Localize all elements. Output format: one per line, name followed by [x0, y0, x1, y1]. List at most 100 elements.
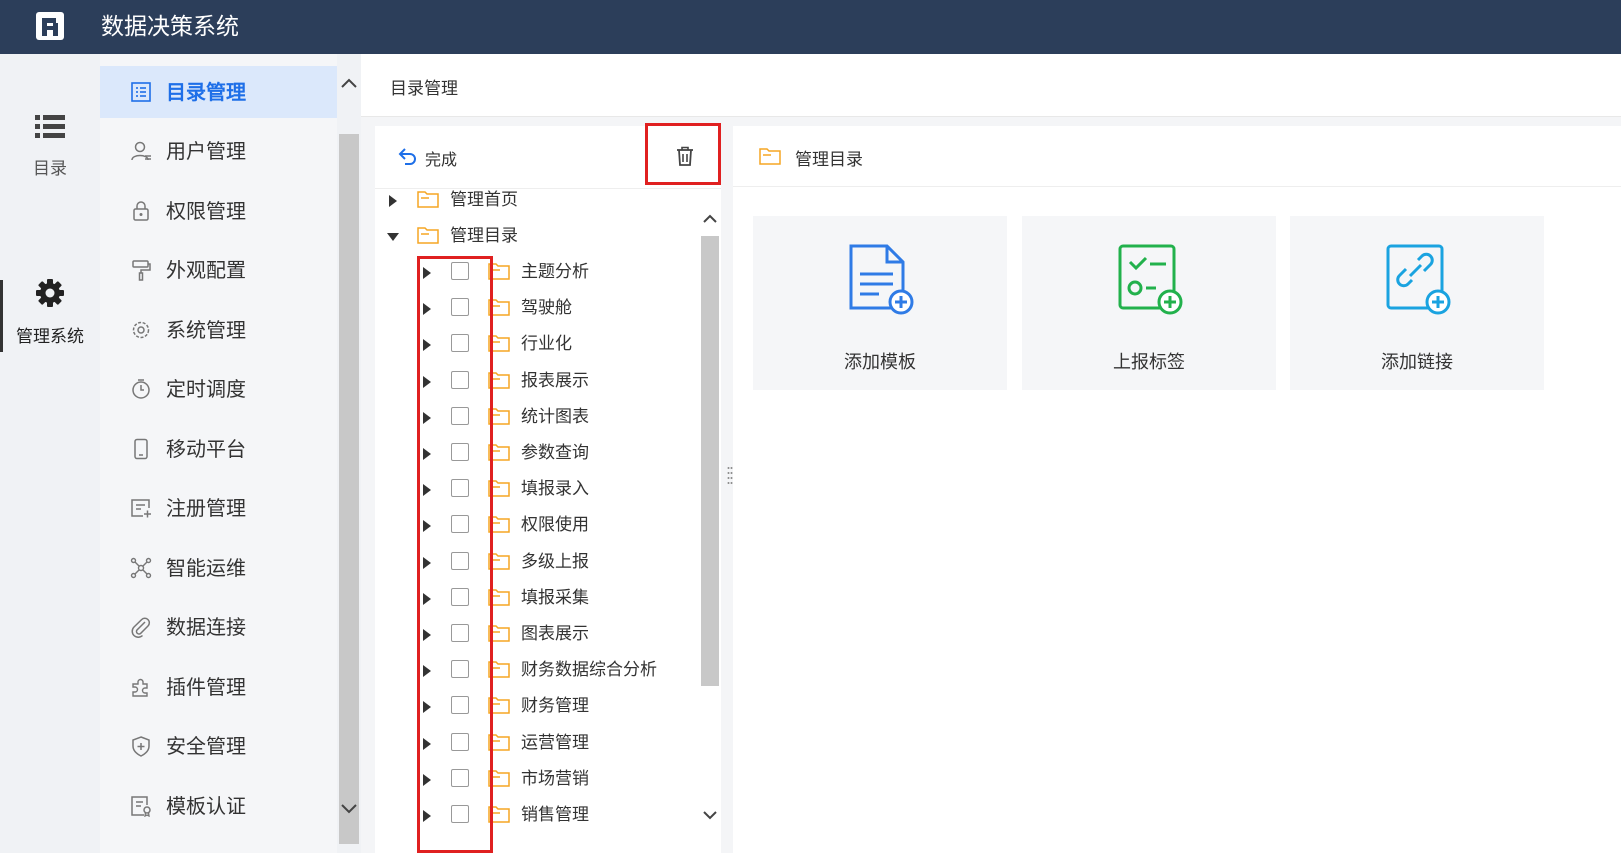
chevron-up-icon[interactable] — [701, 210, 719, 228]
caret-right-icon[interactable] — [387, 195, 399, 207]
tree-node-checkbox[interactable] — [451, 515, 469, 534]
tree-node-checkbox[interactable] — [451, 805, 469, 823]
menu-item-label: 移动平台 — [166, 437, 246, 461]
tree-node-checkbox[interactable] — [451, 406, 469, 425]
tree-node[interactable]: 多级上报 — [375, 548, 695, 578]
tree-toolbar: 完成 — [375, 123, 721, 189]
tree-node-label: 运营管理 — [521, 732, 589, 753]
tree-node[interactable]: 运营管理 — [375, 729, 695, 759]
caret-right-icon[interactable] — [421, 375, 433, 388]
tree-node[interactable]: 销售管理 — [375, 801, 695, 831]
content-header: 管理目录 — [733, 126, 1621, 187]
caret-right-icon[interactable] — [421, 411, 433, 424]
tree-node[interactable]: 填报采集 — [375, 584, 695, 614]
caret-right-icon[interactable] — [421, 556, 433, 569]
rail-catalog-label: 目录 — [33, 159, 67, 179]
menu-item-users[interactable]: 用户管理 — [100, 125, 337, 177]
list-icon — [131, 82, 151, 102]
menu-item-data-connection[interactable]: 数据连接 — [100, 601, 337, 653]
caret-right-icon[interactable] — [421, 267, 433, 279]
tree-node[interactable]: 财务数据综合分析 — [375, 656, 695, 686]
tree-node-checkbox[interactable] — [451, 262, 469, 280]
tree-node[interactable]: 统计图表 — [375, 403, 695, 433]
tree-node[interactable]: 主题分析 — [375, 258, 695, 288]
tree-node-checkbox[interactable] — [451, 732, 469, 751]
tree-node-checkbox[interactable] — [451, 660, 469, 679]
folder-icon — [488, 516, 510, 534]
tree-node-checkbox[interactable] — [451, 551, 469, 570]
tree-node[interactable]: 管理目录 — [375, 222, 695, 252]
tree-node-label: 填报录入 — [521, 479, 589, 500]
caret-right-icon[interactable] — [421, 773, 433, 786]
report-tag-card[interactable]: 上报标签 — [1022, 216, 1276, 390]
folder-icon — [488, 480, 510, 497]
tree-node-checkbox[interactable] — [451, 443, 469, 461]
caret-right-icon[interactable] — [421, 592, 433, 605]
delete-button[interactable] — [645, 123, 721, 185]
tree-node-checkbox[interactable] — [451, 587, 469, 606]
folder-icon — [488, 263, 510, 280]
tree-node[interactable]: 管理首页 — [375, 186, 695, 216]
tree-scrollbar[interactable] — [697, 214, 721, 853]
caret-right-icon[interactable] — [421, 339, 433, 352]
rail-manage-system[interactable]: 管理系统 — [0, 278, 100, 354]
tree-node-label: 驾驶舱 — [521, 298, 572, 319]
tree-node[interactable]: 参数查询 — [375, 439, 695, 469]
submenu-scrollbar[interactable] — [337, 54, 361, 853]
top-header: 数据决策系统 — [0, 0, 1621, 54]
tree-node-checkbox[interactable] — [451, 334, 469, 353]
tree-node[interactable]: 权限使用 — [375, 511, 695, 541]
paint-roller-icon — [132, 260, 151, 281]
menu-item-appearance[interactable]: 外观配置 — [100, 244, 337, 296]
add-link-card[interactable]: 添加链接 — [1290, 216, 1544, 390]
tree-node[interactable]: 报表展示 — [375, 367, 695, 397]
chevron-down-icon[interactable] — [339, 798, 359, 818]
tree-node-checkbox[interactable] — [451, 370, 469, 389]
menu-item-plugins[interactable]: 插件管理 — [100, 661, 337, 713]
menu-item-template-auth[interactable]: 模板认证 — [100, 780, 337, 832]
tree-node[interactable]: 图表展示 — [375, 620, 695, 650]
tree-node-checkbox[interactable] — [451, 479, 469, 498]
menu-item-label: 外观配置 — [166, 258, 246, 282]
caret-right-icon[interactable] — [421, 810, 433, 822]
menu-item-permissions[interactable]: 权限管理 — [100, 185, 337, 237]
caret-right-icon[interactable] — [421, 629, 433, 641]
tree-node[interactable]: 市场营销 — [375, 765, 695, 795]
caret-right-icon[interactable] — [421, 701, 433, 714]
tree-node-checkbox[interactable] — [451, 768, 469, 787]
menu-item-catalog[interactable]: 目录管理 — [100, 66, 337, 118]
chevron-down-icon[interactable] — [701, 806, 719, 824]
caret-right-icon[interactable] — [421, 520, 433, 533]
caret-right-icon[interactable] — [421, 737, 433, 750]
resize-handle-icon[interactable] — [727, 466, 733, 488]
add-template-card[interactable]: 添加模板 — [753, 216, 1007, 390]
menu-item-mobile[interactable]: 移动平台 — [100, 423, 337, 475]
rail-catalog[interactable]: 目录 — [0, 114, 100, 204]
caret-right-icon[interactable] — [421, 448, 433, 460]
tree-node[interactable]: 填报录入 — [375, 475, 695, 505]
tree-node-checkbox[interactable] — [451, 696, 469, 715]
tree-scroll-thumb[interactable] — [701, 236, 719, 686]
list-icon — [35, 115, 65, 138]
tree-node[interactable]: 财务管理 — [375, 692, 695, 722]
caret-down-icon[interactable] — [387, 231, 399, 243]
caret-right-icon[interactable] — [421, 484, 433, 497]
tree-node-checkbox[interactable] — [451, 298, 469, 317]
menu-item-schedule[interactable]: 定时调度 — [100, 363, 337, 415]
caret-right-icon[interactable] — [421, 303, 433, 316]
menu-item-security[interactable]: 安全管理 — [100, 720, 337, 772]
menu-item-ops[interactable]: 智能运维 — [100, 542, 337, 594]
folder-icon — [488, 625, 510, 642]
menu-item-system[interactable]: 系统管理 — [100, 304, 337, 356]
tree-node[interactable]: 行业化 — [375, 330, 695, 360]
submenu-scroll-thumb[interactable] — [339, 134, 359, 844]
tree-node-label: 财务管理 — [521, 696, 589, 717]
tree-node-checkbox[interactable] — [451, 624, 469, 642]
catalog-content-panel: 管理目录 添加模板 上报标签 添加链接 — [733, 126, 1621, 853]
tree-node[interactable]: 驾驶舱 — [375, 294, 695, 324]
chevron-up-icon[interactable] — [339, 74, 359, 94]
user-icon — [131, 141, 151, 161]
menu-item-registration[interactable]: 注册管理 — [100, 482, 337, 534]
tree-node-label: 市场营销 — [521, 768, 589, 789]
caret-right-icon[interactable] — [421, 665, 433, 678]
